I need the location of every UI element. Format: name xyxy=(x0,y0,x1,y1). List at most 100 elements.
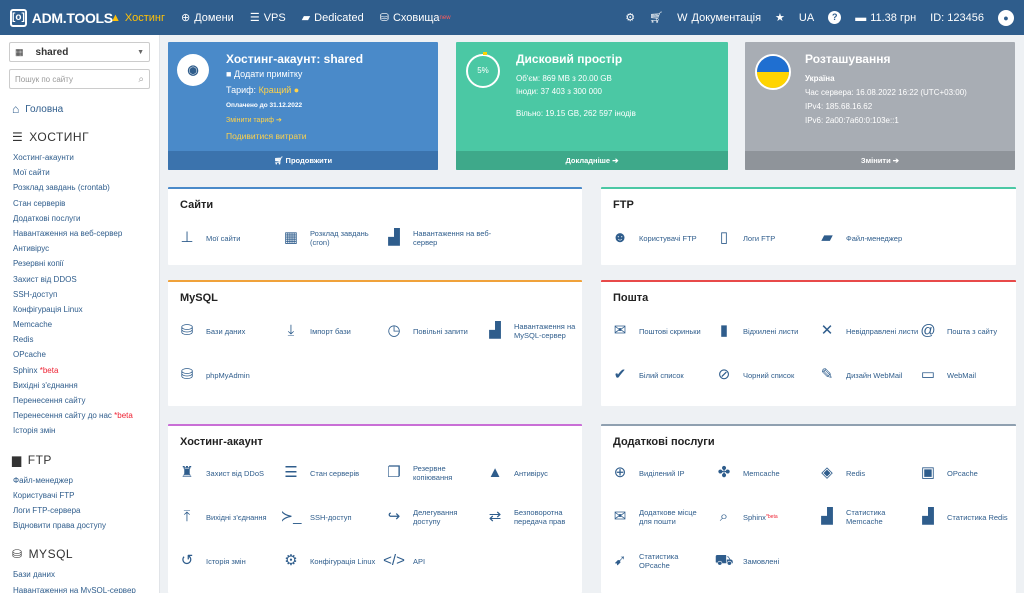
sidebar-link[interactable]: Sphinx *beta xyxy=(13,363,159,378)
location-change-button[interactable]: Змінити ➔ xyxy=(745,151,1015,170)
mysql-item[interactable]: ▟ Навантаження на MySQL-сервер xyxy=(484,322,579,340)
account-item[interactable]: ⚙ Конфігурація Linux xyxy=(280,552,380,570)
mail-item[interactable]: ✎ Дизайн WebMail xyxy=(816,366,921,384)
ftp-item-label: Користувачі FTP xyxy=(639,233,697,243)
extras-item[interactable]: ▟ Статистика Redis xyxy=(917,508,1016,526)
mysql-item-label: Імпорт бази xyxy=(310,326,351,336)
mysql-item[interactable]: ⛁ Бази даних xyxy=(176,322,276,340)
sidebar-home[interactable]: ⌂ Головна xyxy=(12,102,159,116)
extras-item[interactable]: ⊕ Виділений IP xyxy=(609,464,709,482)
user-menu[interactable]: ● xyxy=(998,9,1014,26)
extras-item[interactable]: ◈ Redis xyxy=(816,464,916,482)
account-item[interactable]: ↺ Історія змін xyxy=(176,552,276,570)
mail-item[interactable]: ▭ WebMail xyxy=(917,366,1016,384)
sidebar-link[interactable]: Файл-менеджер xyxy=(13,473,159,488)
mail-item[interactable]: ⊘ Чорний список xyxy=(713,366,818,384)
nav-dedicated[interactable]: ▰ Dedicated xyxy=(302,11,364,25)
balance[interactable]: ▬ 11.38 грн xyxy=(855,12,916,24)
settings-icon[interactable]: ⚙ xyxy=(625,11,635,24)
sites-item[interactable]: ▦ Розклад завдань (cron) xyxy=(280,229,380,247)
mail-item-label: Пошта з сайту xyxy=(947,326,998,336)
sidebar-link[interactable]: OPcache xyxy=(13,347,159,362)
new-badge: new xyxy=(439,14,451,21)
mail-item-label: Чорний список xyxy=(743,370,795,380)
clock-icon: ◷ xyxy=(387,322,401,339)
sidebar-link[interactable]: Бази даних xyxy=(13,567,159,582)
sidebar-link[interactable]: Історія змін xyxy=(13,423,159,438)
account-item[interactable]: ⤒ Вихідні з'єднання xyxy=(176,508,276,526)
mail-item[interactable]: ✕ Невідправлені листи xyxy=(816,322,921,340)
ftp-item[interactable]: ☻ Користувачі FTP xyxy=(609,229,709,247)
extras-item[interactable]: ▟ Статистика Memcache xyxy=(816,508,916,526)
account-item[interactable]: ❐ Резервне копіювання xyxy=(383,464,483,482)
extras-item[interactable]: ▣ OPcache xyxy=(917,464,1016,482)
sidebar-link[interactable]: Антивірус xyxy=(13,241,159,256)
tariff-value[interactable]: Кращий xyxy=(259,85,292,95)
sidebar-link[interactable]: Перенесення сайту до нас *beta xyxy=(13,408,159,423)
database-icon: ⛁ xyxy=(12,547,23,562)
sidebar-link[interactable]: Конфігурація Linux xyxy=(13,302,159,317)
mail-item[interactable]: ✉ Поштові скриньки xyxy=(609,322,709,340)
costs-link[interactable]: Подивитися витрати xyxy=(226,131,307,141)
sidebar-link[interactable]: Перенесення сайту xyxy=(13,393,159,408)
sites-item[interactable]: ⊥ Мої сайти xyxy=(176,229,276,247)
ftp-item[interactable]: ▯ Логи FTP xyxy=(713,229,813,247)
change-tariff-link[interactable]: Змінити тариф ➔ xyxy=(226,116,282,124)
mysql-item[interactable]: ◷ Повільні запити xyxy=(383,322,483,340)
extras-item[interactable]: ✤ Memcache xyxy=(713,464,813,482)
extras-item[interactable]: ➹ Статистика OPcache xyxy=(609,552,709,570)
account-select[interactable]: ▦ shared ▼ xyxy=(9,42,150,62)
docs-link[interactable]: W Документація xyxy=(677,12,761,24)
nav-storage[interactable]: ⛁ Сховища new xyxy=(380,11,451,25)
sidebar-link[interactable]: Стан серверів xyxy=(13,196,159,211)
sidebar-link[interactable]: Хостинг-акаунти xyxy=(13,150,159,165)
sidebar-link[interactable]: Вихідні з'єднання xyxy=(13,378,159,393)
extras-item[interactable]: ⛟ Замовлені xyxy=(713,552,813,570)
mysql-item[interactable]: ⛁ phpMyAdmin xyxy=(176,366,276,384)
sidebar-link[interactable]: Навантаження на веб-сервер xyxy=(13,226,159,241)
sidebar-link[interactable]: Навантаження на MySQL-сервер xyxy=(13,583,159,593)
account-item[interactable]: ♜ Захист від DDoS xyxy=(176,464,276,482)
account-item[interactable]: ⇄ Безповоротна передача прав xyxy=(484,508,579,526)
account-item[interactable]: ☰ Стан серверів xyxy=(280,464,380,482)
sidebar-link[interactable]: SSH-доступ xyxy=(13,287,159,302)
mail-item[interactable]: @ Пошта з сайту xyxy=(917,322,1016,340)
cart-icon[interactable]: 🛒︎ xyxy=(649,11,663,24)
nav-hosting[interactable]: ▲ Хостинг xyxy=(110,12,165,24)
sidebar-link[interactable]: Мої сайти xyxy=(13,165,159,180)
account-item[interactable]: ≻_ SSH-доступ xyxy=(280,508,380,526)
sidebar-search-input[interactable]: Пошук по сайту ⌕ xyxy=(9,69,150,89)
nav-vps[interactable]: ☰ VPS xyxy=(250,11,286,25)
sidebar-link[interactable]: Користувачі FTP xyxy=(13,488,159,503)
account-item[interactable]: ▲ Антивірус xyxy=(484,464,579,482)
language-switch[interactable]: UA xyxy=(799,12,814,24)
account-item[interactable]: ↪ Делегування доступу xyxy=(383,508,483,526)
ftp-item[interactable]: ▰ Файл-менеджер xyxy=(816,229,926,247)
mail-item[interactable]: ▮ Відхилені листи xyxy=(713,322,818,340)
extras-item[interactable]: ✉ Додаткове місце для пошти xyxy=(609,508,709,526)
ipv6: IPv6: 2a00:7a60:0:103e::1 xyxy=(805,116,899,125)
account-item[interactable]: </> API xyxy=(383,552,483,570)
sidebar-link[interactable]: Захист від DDOS xyxy=(13,272,159,287)
mysql-item[interactable]: ⤓ Імпорт бази xyxy=(280,322,380,340)
sidebar-link[interactable]: Redis xyxy=(13,332,159,347)
extras-item[interactable]: ⌕ Sphinx *beta xyxy=(713,508,813,526)
exchange-icon: ⇄ xyxy=(488,508,502,525)
sidebar-home-label: Головна xyxy=(25,103,64,115)
star-icon[interactable]: ★ xyxy=(775,11,785,24)
logo[interactable]: [o] ADM.TOOLS xyxy=(10,8,113,27)
sidebar-link[interactable]: Відновити права доступу xyxy=(13,518,159,533)
mail-item[interactable]: ✔ Білий список xyxy=(609,366,709,384)
help-button[interactable]: ? xyxy=(828,11,842,24)
disk-details-button[interactable]: Докладніше ➔ xyxy=(456,151,728,170)
sidebar-link[interactable]: Резервні копії xyxy=(13,256,159,271)
sidebar-link[interactable]: Розклад завдань (crontab) xyxy=(13,180,159,195)
sidebar-link-label: Sphinx xyxy=(13,365,38,375)
sidebar-link[interactable]: Логи FTP-сервера xyxy=(13,503,159,518)
prolong-button[interactable]: 🛒︎ Продовжити xyxy=(168,151,438,170)
sidebar-link[interactable]: Додаткові послуги xyxy=(13,211,159,226)
nav-domains[interactable]: ⊕ Домени xyxy=(181,11,234,25)
add-note-link[interactable]: ■ Додати примітку xyxy=(226,69,302,79)
sites-item[interactable]: ▟ Навантаження на веб-сервер xyxy=(383,229,493,247)
sidebar-link[interactable]: Memcache xyxy=(13,317,159,332)
